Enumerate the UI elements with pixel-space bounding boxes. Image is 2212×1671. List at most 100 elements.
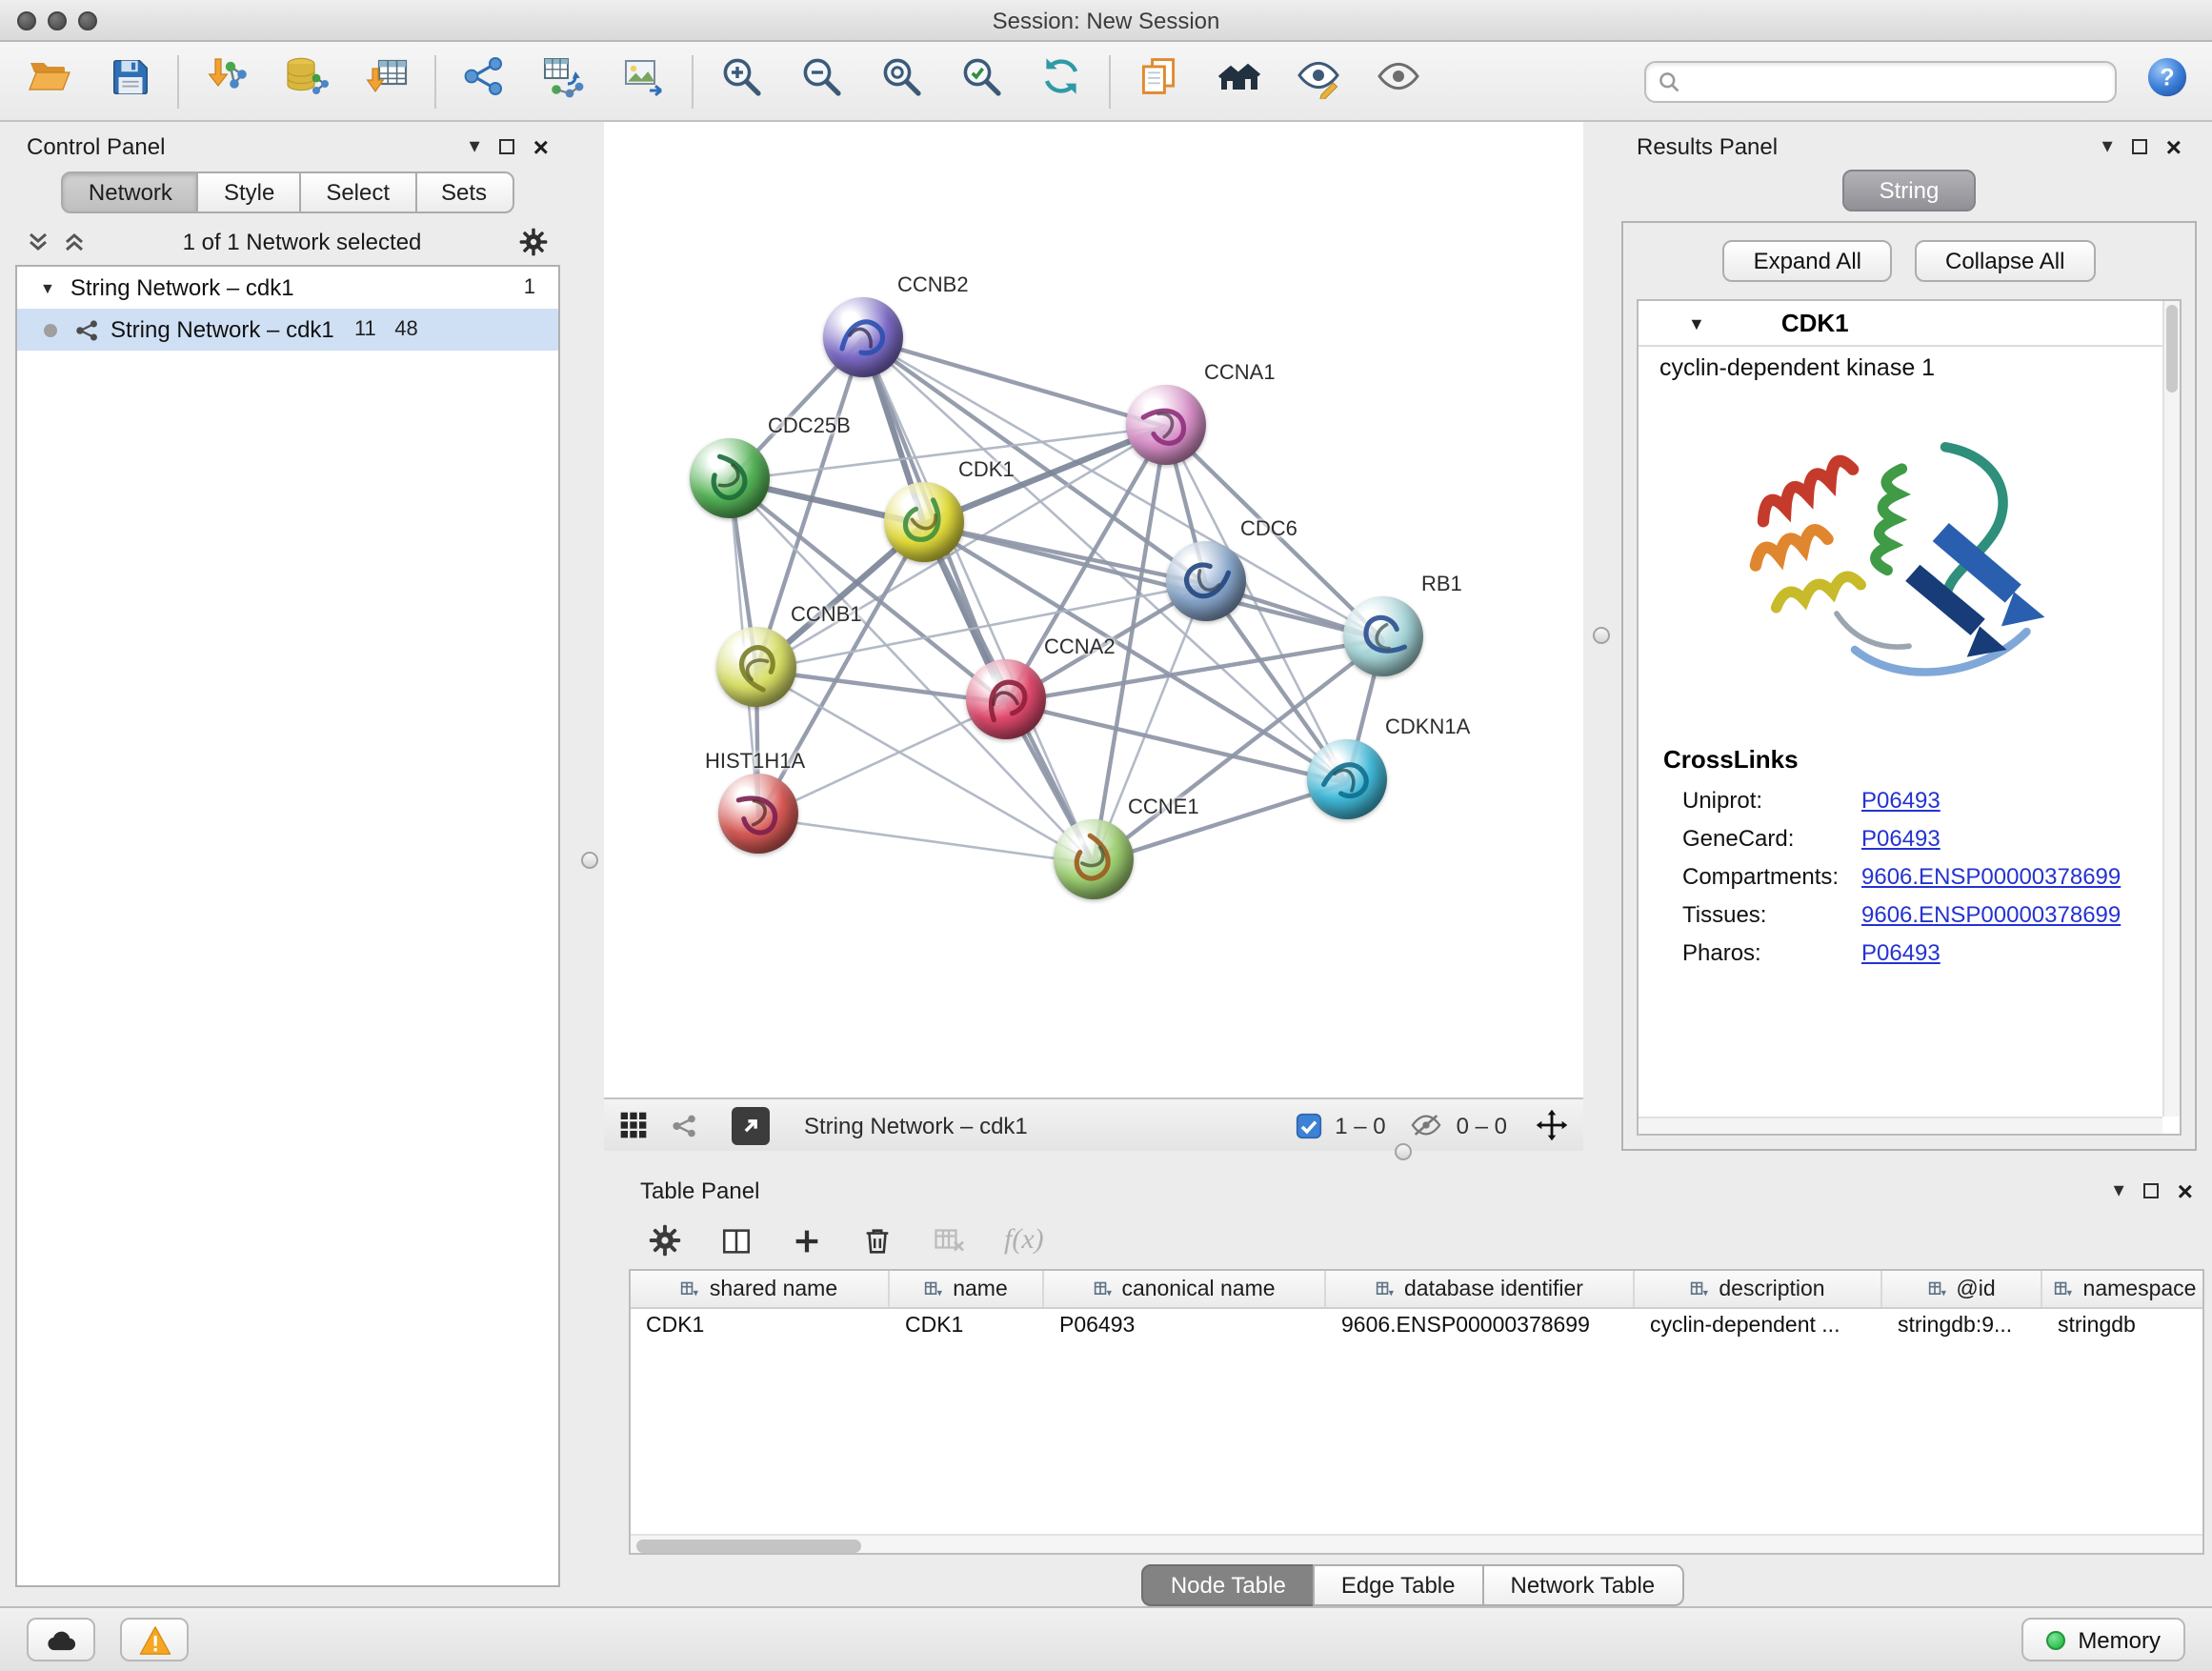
panel-close-icon[interactable]: × [2166,133,2182,160]
network-node-ccne1[interactable] [1054,819,1134,899]
close-window-button[interactable] [17,10,36,30]
table-settings-gear-icon[interactable] [648,1223,682,1258]
splitter-handle-bottom[interactable] [1395,1143,1412,1160]
crosslink-value-link[interactable]: 9606.ENSP00000378699 [1861,863,2121,890]
network-collection-row[interactable]: ▼ String Network – cdk1 1 [17,267,558,309]
network-node-hist1h1a[interactable] [718,774,798,854]
network-row[interactable]: String Network – cdk1 11 48 [17,309,558,351]
network-from-table-button[interactable] [533,50,594,111]
search-input[interactable] [1690,68,2103,94]
help-button[interactable]: ? [2140,50,2193,111]
tab-string[interactable]: String [1843,170,1976,211]
import-network-from-file-button[interactable] [196,50,257,111]
zoom-in-button[interactable] [711,50,772,111]
protein-ribbon-icon [823,297,903,377]
panel-menu-icon[interactable]: ▾ [2114,1180,2124,1201]
column-header-name[interactable]: name [890,1271,1044,1307]
network-node-rb1[interactable] [1343,596,1423,676]
table-row[interactable]: CDK1CDK1P064939606.ENSP00000378699cyclin… [631,1309,2204,1347]
entry-horizontal-scrollbar[interactable] [1639,1117,2162,1134]
splitter-handle-right[interactable] [1593,627,1610,644]
network-node-cdc6[interactable] [1166,541,1246,621]
zoom-out-button[interactable] [791,50,852,111]
network-node-cdk1[interactable] [884,482,964,562]
import-table-from-file-button[interactable] [356,50,417,111]
warnings-button[interactable] [120,1618,189,1661]
tab-select[interactable]: Select [299,171,416,213]
network-view-share-icon[interactable] [671,1112,697,1138]
network-canvas[interactable]: CCNB2CCNA1CDC25BCDK1CDC6RB1CCNB1CCNA2CDK… [604,122,1583,1097]
fit-content-move-icon[interactable] [1536,1109,1568,1141]
blue-network-button[interactable] [453,50,514,111]
panel-maximize-icon[interactable] [499,139,514,154]
entry-vertical-scrollbar[interactable] [2162,301,2180,1117]
collapse-all-button[interactable]: Collapse All [1915,240,2095,282]
tree-expand-caret-icon[interactable]: ▼ [40,279,55,296]
delete-column-trash-icon[interactable] [861,1224,894,1257]
entry-collapse-caret-icon[interactable]: ▼ [1688,313,1705,332]
tab-node-table[interactable]: Node Table [1142,1564,1315,1606]
network-node-ccna2[interactable] [966,659,1046,739]
show-columns-icon[interactable] [720,1224,753,1257]
export-image-button[interactable] [613,50,674,111]
minimize-window-button[interactable] [48,10,67,30]
column-header--id[interactable]: @id [1882,1271,2042,1307]
tab-sets[interactable]: Sets [414,171,513,213]
import-network-from-database-button[interactable] [276,50,337,111]
toggle-annotations-button[interactable] [1288,50,1349,111]
column-header-database-identifier[interactable]: database identifier [1326,1271,1635,1307]
grid-view-icon[interactable] [619,1111,648,1139]
selected-checkbox-icon[interactable] [1295,1112,1321,1138]
panel-close-icon[interactable]: × [2178,1178,2193,1204]
table-panel-splitter[interactable] [604,1151,1583,1170]
network-node-ccnb2[interactable] [823,297,903,377]
save-session-button[interactable] [99,50,160,111]
result-entry-header[interactable]: ▼ CDK1 [1639,301,2180,347]
crosslink-value-link[interactable]: P06493 [1861,825,1941,852]
network-collection-count: 1 [524,276,543,299]
splitter-handle-left[interactable] [581,852,598,869]
refresh-view-button[interactable] [1031,50,1092,111]
column-header-description[interactable]: description [1635,1271,1882,1307]
memory-button[interactable]: Memory [2021,1618,2185,1661]
expand-all-button[interactable]: Expand All [1723,240,1892,282]
tab-network-table[interactable]: Network Table [1482,1564,1684,1606]
results-panel-splitter[interactable] [1583,122,1621,1170]
scrollbar-thumb[interactable] [636,1539,861,1552]
panel-maximize-icon[interactable] [2132,139,2147,154]
cloud-button[interactable] [27,1618,95,1661]
zoom-fit-button[interactable] [871,50,932,111]
column-header-shared-name[interactable]: shared name [631,1271,890,1307]
hidden-eye-slash-icon[interactable] [1411,1109,1443,1141]
network-node-cdkn1a[interactable] [1307,739,1387,819]
collapse-all-networks-icon[interactable] [63,231,86,253]
panel-menu-icon[interactable]: ▾ [2102,136,2113,157]
zoom-window-button[interactable] [78,10,97,30]
network-node-cdc25b[interactable] [690,438,770,518]
control-panel-tabs: NetworkStyleSelectSets [27,171,549,213]
column-header-canonical-name[interactable]: canonical name [1044,1271,1326,1307]
crosslink-value-link[interactable]: 9606.ENSP00000378699 [1861,901,2121,928]
network-node-ccnb1[interactable] [716,627,796,707]
expand-all-networks-icon[interactable] [27,231,50,253]
home-button[interactable] [1208,50,1269,111]
detach-view-button[interactable] [732,1106,770,1144]
tab-edge-table[interactable]: Edge Table [1313,1564,1484,1606]
crosslink-value-link[interactable]: P06493 [1861,787,1941,814]
open-session-button[interactable] [19,50,80,111]
network-node-ccna1[interactable] [1126,385,1206,465]
table-horizontal-scrollbar[interactable] [631,1534,2202,1553]
panel-maximize-icon[interactable] [2143,1183,2159,1198]
zoom-selected-button[interactable] [951,50,1012,111]
duplicate-document-button[interactable] [1128,50,1189,111]
panel-close-icon[interactable]: × [533,133,549,160]
toggle-graphics-details-button[interactable] [1368,50,1429,111]
network-options-gear-icon[interactable] [518,227,549,257]
add-column-plus-icon[interactable] [791,1224,823,1257]
tab-network[interactable]: Network [62,171,199,213]
scrollbar-thumb[interactable] [2166,305,2178,393]
tab-style[interactable]: Style [197,171,301,213]
column-header-namespace[interactable]: namespace [2042,1271,2204,1307]
crosslink-value-link[interactable]: P06493 [1861,939,1941,966]
panel-menu-icon[interactable]: ▾ [470,136,480,157]
